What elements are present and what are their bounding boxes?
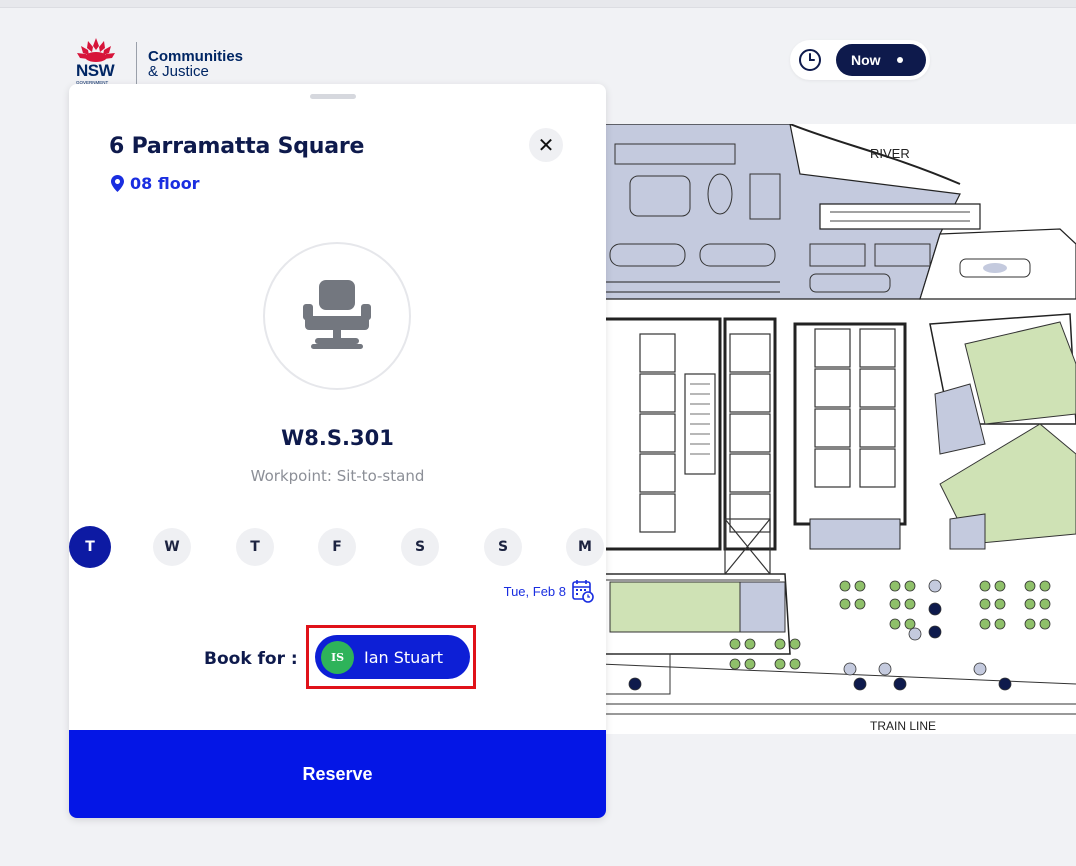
day-sun[interactable]: S: [484, 528, 522, 566]
waratah-icon: NSW GOVERNMENT: [74, 38, 118, 90]
calendar-icon[interactable]: [572, 579, 594, 603]
top-bar: [0, 0, 1076, 8]
nsw-wordmark: NSW: [76, 61, 115, 80]
river-label: RIVER: [870, 146, 910, 161]
day-wed[interactable]: W: [153, 528, 191, 566]
train-line-label: TRAIN LINE: [870, 719, 936, 733]
day-selector: T W T F S S M: [69, 528, 606, 568]
office-chair-icon: [303, 280, 371, 349]
floor-label: 08 floor: [130, 174, 200, 193]
floor-info: 08 floor: [111, 174, 200, 193]
now-dot-icon: [896, 57, 903, 63]
user-selector-button[interactable]: IS Ian Stuart: [315, 635, 470, 679]
day-sat[interactable]: S: [401, 528, 439, 566]
department-line-1: Communities: [148, 48, 244, 65]
time-selector[interactable]: Now: [790, 40, 930, 80]
close-button[interactable]: ✕: [529, 128, 563, 162]
building-title: 6 Parramatta Square: [109, 134, 365, 159]
now-label: Now: [851, 52, 881, 68]
reserve-button[interactable]: Reserve: [69, 730, 606, 818]
now-toggle[interactable]: Now: [836, 44, 926, 76]
day-tue[interactable]: T: [71, 528, 109, 566]
drag-handle[interactable]: [310, 94, 356, 99]
department-name: Communities & Justice: [148, 49, 243, 79]
selected-date[interactable]: Tue, Feb 8: [504, 584, 566, 599]
location-pin-icon: [111, 175, 124, 192]
day-thu[interactable]: T: [236, 528, 274, 566]
day-fri[interactable]: F: [318, 528, 356, 566]
floor-plan[interactable]: RIVER TRAIN LINE: [540, 124, 1076, 734]
nsw-logo: NSW GOVERNMENT Communities & Justice: [74, 38, 243, 90]
user-name: Ian Stuart: [364, 647, 443, 667]
avatar: IS: [321, 640, 354, 674]
close-icon: ✕: [537, 133, 555, 157]
department-line-2: & Justice: [148, 63, 209, 80]
seat-type: Workpoint: Sit-to-stand: [250, 467, 425, 485]
logo-divider: [136, 42, 137, 86]
booking-panel: 6 Parramatta Square 08 floor ✕ W8.S.301 …: [69, 84, 606, 818]
seat-image: [263, 242, 411, 390]
floor-plan-map[interactable]: RIVER TRAIN LINE: [540, 124, 1076, 734]
book-for-label: Book for :: [204, 649, 298, 669]
day-mon[interactable]: M: [566, 528, 604, 566]
date-picker[interactable]: Tue, Feb 8: [504, 579, 594, 603]
clock-icon[interactable]: [798, 48, 822, 72]
seat-id: W8.S.301: [281, 426, 394, 450]
